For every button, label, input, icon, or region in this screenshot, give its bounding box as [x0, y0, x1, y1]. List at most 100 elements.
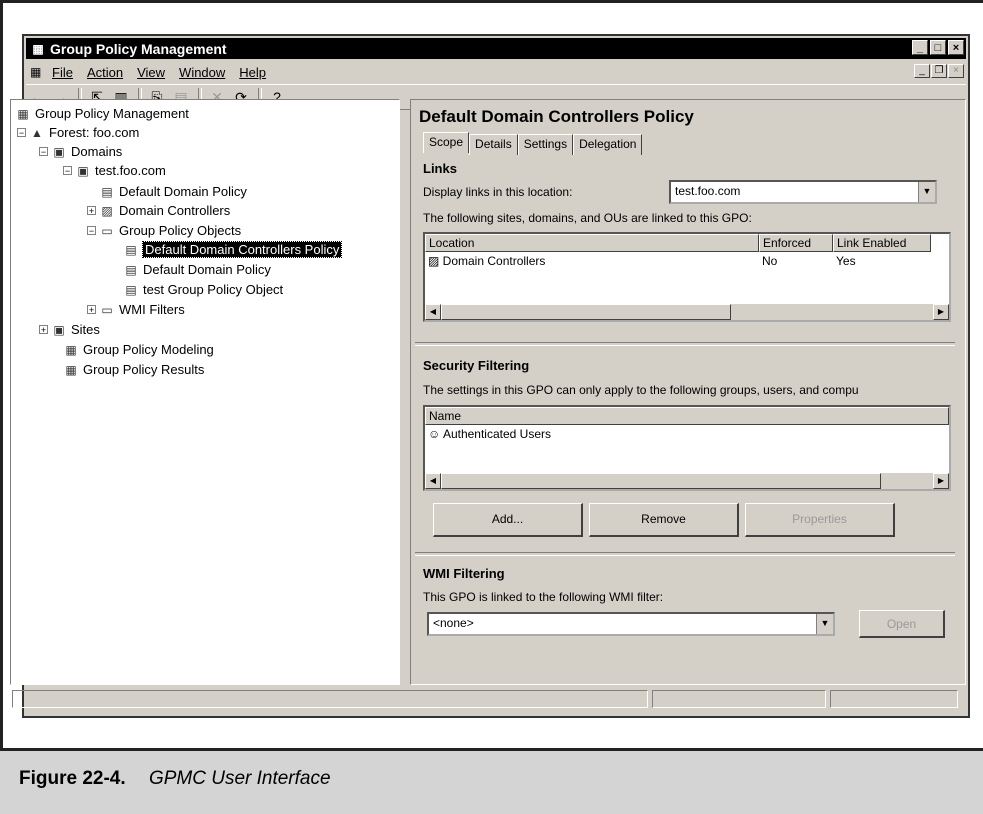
tree-item-default-domain-policy-link[interactable]: ▤ Default Domain Policy [99, 182, 247, 201]
collapse-icon[interactable]: − [39, 147, 48, 157]
wmi-filter-value: <none> [433, 616, 474, 630]
tree-item-forest[interactable]: − ▲ Forest: foo.com [17, 123, 139, 142]
tree-label: Default Domain Controllers Policy [141, 241, 343, 258]
tree-item-domain-controllers[interactable]: + ▨ Domain Controllers [87, 201, 230, 220]
display-links-label: Display links in this location: [423, 185, 573, 199]
tab-delegation[interactable]: Delegation [573, 134, 643, 155]
collapse-icon[interactable]: − [87, 226, 96, 236]
domains-icon: ▣ [53, 144, 65, 159]
gpo-icon: ▤ [125, 282, 137, 297]
add-button[interactable]: Add... [433, 503, 583, 537]
title-bar[interactable]: ▦ Group Policy Management _ □ × [26, 38, 966, 59]
chevron-down-icon[interactable]: ▼ [918, 182, 935, 202]
scroll-left-icon[interactable]: ◀ [425, 304, 441, 320]
linked-label: The following sites, domains, and OUs ar… [423, 211, 752, 225]
tree-label: Group Policy Objects [119, 223, 242, 238]
tree-label: WMI Filters [119, 302, 185, 317]
column-enforced[interactable]: Enforced [759, 234, 833, 252]
collapse-icon[interactable]: − [63, 166, 72, 176]
tree-label: Group Policy Management [35, 106, 189, 121]
collapse-icon[interactable]: − [17, 128, 26, 138]
security-name-cell: ☺ Authenticated Users [428, 427, 551, 441]
location-dropdown[interactable]: test.foo.com ▼ [669, 180, 937, 204]
gpo-link-icon: ▤ [101, 184, 113, 199]
menu-window[interactable]: Window [179, 65, 225, 80]
remove-button[interactable]: Remove [589, 503, 739, 537]
tree-label: Domains [71, 144, 123, 159]
users-group-icon: ☺ [428, 427, 443, 441]
tree-item-results[interactable]: ▦ Group Policy Results [63, 360, 204, 379]
mdi-restore-button[interactable]: ❐ [931, 64, 947, 78]
mmc-document-icon[interactable]: ▦ [30, 64, 48, 80]
expand-icon[interactable]: + [87, 206, 96, 216]
page-title: Default Domain Controllers Policy [419, 107, 694, 126]
column-link-enabled[interactable]: Link Enabled [833, 234, 931, 252]
open-button[interactable]: Open [859, 610, 945, 638]
properties-button[interactable]: Properties [745, 503, 895, 537]
security-list[interactable]: Name ☺ Authenticated Users ◀ ▶ [423, 405, 951, 491]
tab-scope[interactable]: Scope [423, 132, 470, 153]
tree-item-domain[interactable]: − ▣ test.foo.com [63, 161, 166, 180]
menu-view[interactable]: View [137, 65, 165, 80]
tree-item-domains[interactable]: − ▣ Domains [39, 142, 122, 161]
column-name[interactable]: Name [425, 407, 949, 425]
tree-item-wmi-filters[interactable]: + ▭ WMI Filters [87, 300, 185, 319]
chevron-down-icon[interactable]: ▼ [816, 614, 833, 634]
security-heading: Security Filtering [423, 358, 530, 373]
column-location[interactable]: Location [425, 234, 759, 252]
tree-label: test Group Policy Object [143, 282, 284, 297]
sites-icon: ▣ [53, 322, 65, 337]
console-tree[interactable]: ▦ Group Policy Management − ▲ Forest: fo… [10, 99, 400, 685]
status-cell-3 [830, 690, 958, 708]
mdi-close-button[interactable]: × [948, 64, 964, 78]
tree-label: Domain Controllers [119, 203, 231, 218]
wmi-folder-icon: ▭ [101, 302, 113, 317]
wmi-filter-dropdown[interactable]: <none> ▼ [427, 612, 835, 636]
link-enforced-cell: No [762, 254, 778, 268]
links-header-row: Location Enforced Link Enabled [425, 234, 949, 252]
tree-item-root[interactable]: ▦ Group Policy Management [15, 104, 189, 123]
expand-icon[interactable]: + [39, 325, 48, 335]
menu-bar: ▦ File Action View Window Help _ ❐ × [26, 61, 966, 83]
tree-item-gpo-container[interactable]: − ▭ Group Policy Objects [87, 221, 241, 240]
menu-file[interactable]: File [52, 65, 73, 80]
tab-strip: Scope Details Settings Delegation [423, 132, 643, 155]
security-scrollbar[interactable]: ◀ ▶ [425, 472, 949, 489]
table-row[interactable]: ▨ Domain Controllers No Yes [425, 252, 949, 270]
results-icon: ▦ [65, 362, 77, 377]
gpo-icon: ▤ [125, 242, 137, 257]
scroll-right-icon[interactable]: ▶ [933, 304, 949, 320]
status-bar [10, 688, 975, 710]
detail-pane: Default Domain Controllers Policy Scope … [410, 99, 966, 685]
close-button[interactable]: × [948, 40, 964, 55]
security-desc: The settings in this GPO can only apply … [423, 383, 859, 397]
tree-item-gpo-default[interactable]: ▤ Default Domain Policy [123, 260, 271, 279]
scroll-thumb[interactable] [441, 304, 731, 320]
status-cell-2 [652, 690, 826, 708]
wmi-desc: This GPO is linked to the following WMI … [423, 590, 664, 604]
modeling-icon: ▦ [65, 342, 77, 357]
caption-text: Figure 22-4. GPMC User Interface [19, 768, 331, 790]
minimize-button[interactable]: _ [912, 40, 928, 55]
scroll-left-icon[interactable]: ◀ [425, 473, 441, 489]
scroll-thumb[interactable] [441, 473, 881, 489]
tree-label: Forest: foo.com [49, 125, 140, 140]
table-row[interactable]: ☺ Authenticated Users [425, 425, 949, 443]
mdi-minimize-button[interactable]: _ [914, 64, 930, 78]
tree-item-modeling[interactable]: ▦ Group Policy Modeling [63, 340, 213, 359]
menu-help[interactable]: Help [239, 65, 266, 80]
tree-label: Default Domain Policy [143, 262, 271, 277]
scroll-right-icon[interactable]: ▶ [933, 473, 949, 489]
link-location-cell: ▨ Domain Controllers [428, 254, 546, 268]
forest-icon: ▲ [31, 125, 43, 140]
tree-item-gpo-test[interactable]: ▤ test Group Policy Object [123, 280, 283, 299]
tree-item-gpo-selected[interactable]: ▤ Default Domain Controllers Policy [123, 240, 343, 259]
tab-details[interactable]: Details [469, 134, 518, 155]
tab-settings[interactable]: Settings [517, 134, 574, 155]
maximize-button[interactable]: □ [930, 40, 946, 55]
links-list[interactable]: Location Enforced Link Enabled ▨ Domain … [423, 232, 951, 322]
links-scrollbar[interactable]: ◀ ▶ [425, 303, 949, 320]
menu-action[interactable]: Action [87, 65, 123, 80]
tree-item-sites[interactable]: + ▣ Sites [39, 320, 100, 339]
expand-icon[interactable]: + [87, 305, 96, 315]
